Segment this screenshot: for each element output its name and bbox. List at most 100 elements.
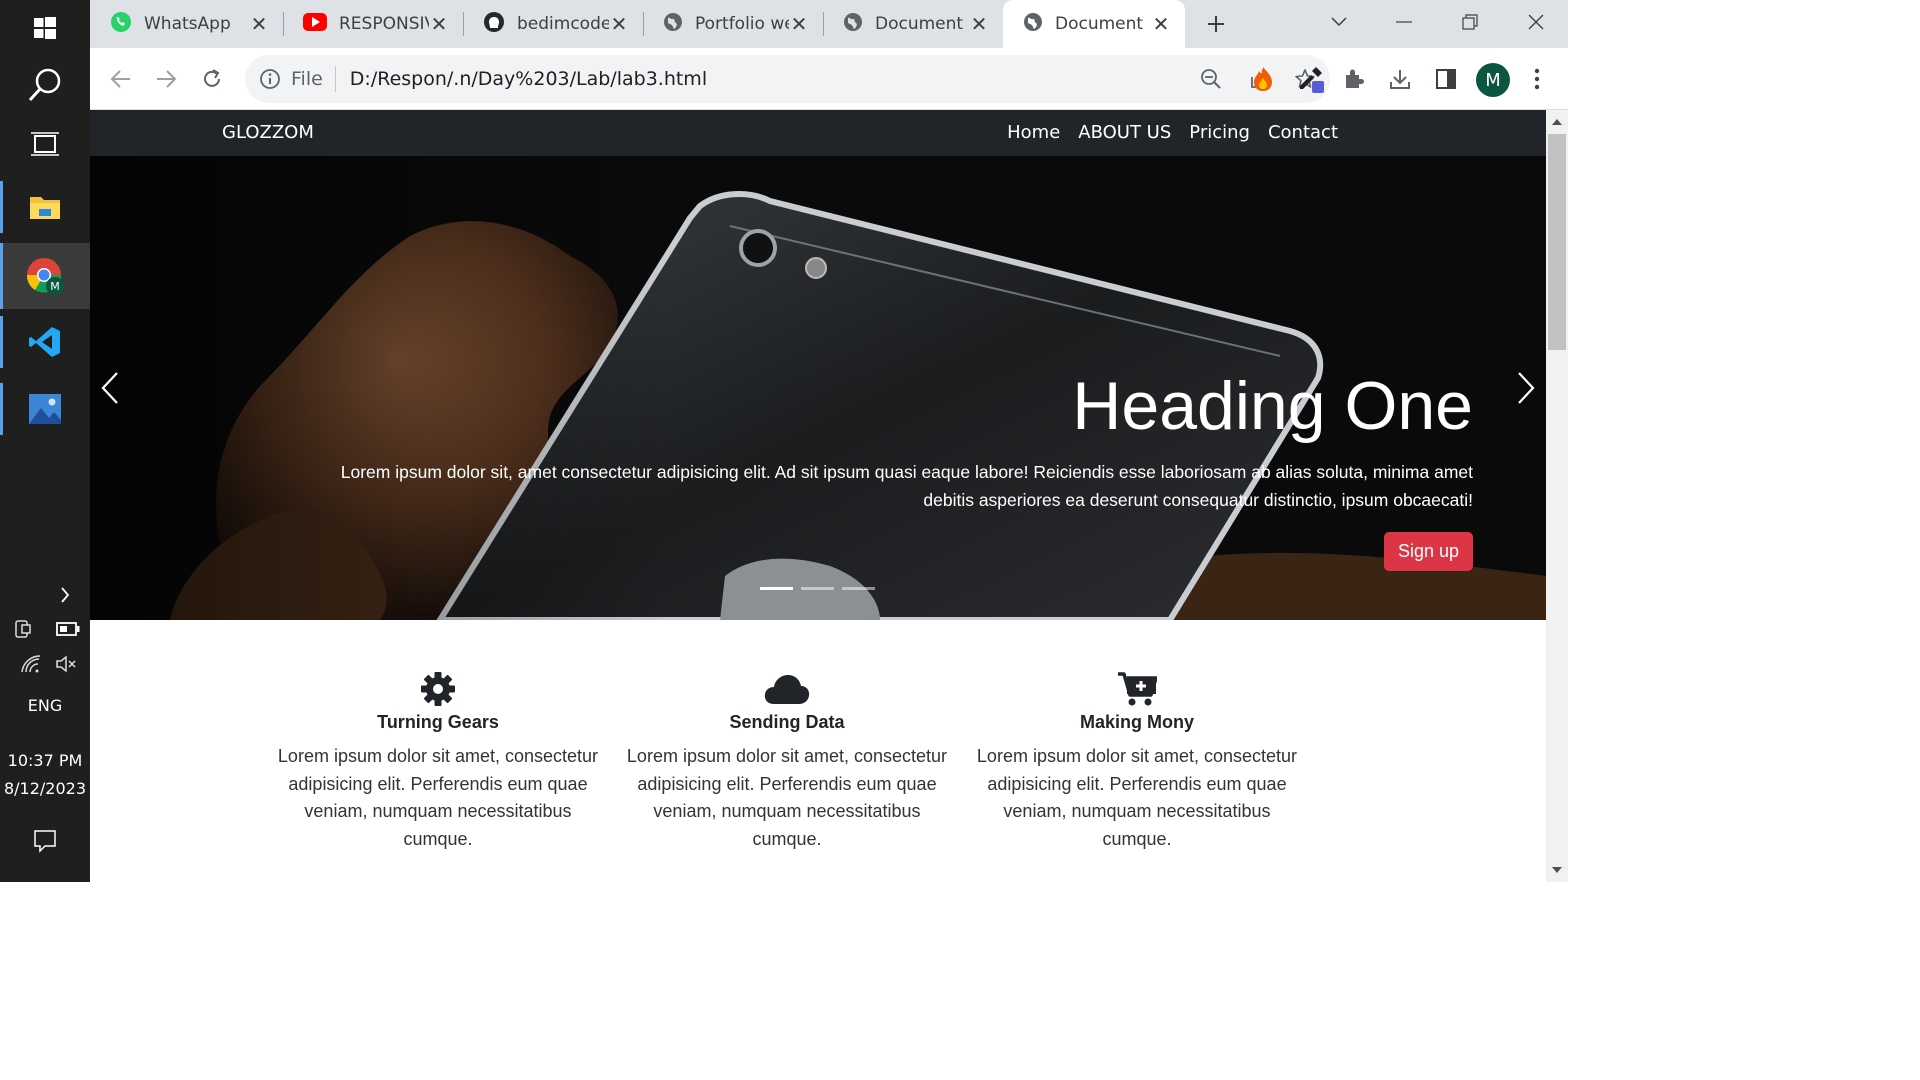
clock-time[interactable]: 10:37 PM [0,751,90,770]
hero-text: Lorem ipsum dolor sit, amet consectetur … [340,462,1473,510]
hero-carousel: Heading One Lorem ipsum dolor sit, amet … [90,156,1546,620]
globe-icon [663,12,683,37]
scrollbar-thumb[interactable] [1548,134,1566,350]
windows-start-icon[interactable] [0,8,90,48]
search-icon[interactable] [0,62,90,108]
scheme-label: File [291,68,323,90]
forward-icon[interactable] [147,60,185,98]
omnibox-divider [334,66,336,92]
whatsapp-icon [110,11,132,38]
github-icon [483,11,505,38]
feature-card: Sending Data Lorem ipsum dolor sit amet,… [622,670,952,853]
kebab-menu-icon[interactable] [1518,60,1556,98]
tab-strip: WhatsApp ✕ RESPONSIV ✕ bedimcode/ ✕ Port… [90,0,1568,48]
volume-muted-icon[interactable] [43,650,88,678]
nav-links: Home ABOUT US Pricing Contact [1007,122,1338,143]
feature-text: Lorem ipsum dolor sit amet, consectetur … [976,746,1298,849]
signup-button[interactable]: Sign up [1383,532,1473,571]
browser-toolbar: File D:/Respon/.n/Day%203/Lab/lab3.html … [90,48,1568,110]
feature-card: Turning Gears Lorem ipsum dolor sit amet… [273,670,603,853]
side-panel-icon[interactable] [1427,60,1465,98]
globe-icon [843,12,863,37]
battery-icon[interactable] [45,616,90,642]
cloud-icon [622,670,952,708]
nav-link-pricing[interactable]: Pricing [1189,122,1250,143]
nav-link-home[interactable]: Home [1007,122,1060,143]
minimize-icon[interactable] [1385,3,1423,41]
close-icon[interactable]: ✕ [1151,12,1171,36]
carousel-indicators [760,587,875,590]
tab-title: bedimcode/ [517,14,609,34]
color-picker-icon[interactable] [1292,60,1330,98]
close-icon[interactable]: ✕ [609,12,629,36]
carousel-prev-icon[interactable] [90,370,130,406]
url-text[interactable]: D:/Respon/.n/Day%203/Lab/lab3.html [350,68,1200,90]
carousel-indicator[interactable] [801,587,834,590]
svg-text:M: M [50,280,60,293]
info-icon[interactable] [259,68,281,90]
site-navbar: GLOZZOM Home ABOUT US Pricing Contact [90,110,1546,156]
scroll-up-icon[interactable] [1546,112,1568,132]
gear-icon [273,670,603,708]
reload-icon[interactable] [193,60,231,98]
close-icon[interactable]: ✕ [789,12,809,36]
profile-avatar[interactable]: M [1476,63,1510,97]
windows-taskbar: M ENG 10:37 PM 8/12/2023 [0,0,90,882]
clock-date[interactable]: 8/12/2023 [0,779,90,798]
tab-responsiv[interactable]: RESPONSIV ✕ [283,0,463,48]
restore-icon[interactable] [1451,3,1489,41]
youtube-icon [303,12,327,36]
vscode-icon[interactable] [0,316,90,368]
feature-text: Lorem ipsum dolor sit amet, consectetur … [626,746,948,849]
chevron-down-icon[interactable] [1320,3,1358,41]
carousel-next-icon[interactable] [1506,370,1546,406]
tab-whatsapp[interactable]: WhatsApp ✕ [90,0,283,48]
chrome-taskbar-icon[interactable]: M [0,243,90,309]
carousel-indicator[interactable] [842,587,875,590]
taskbar-indicator [0,243,3,309]
cart-plus-icon [972,670,1302,708]
site-brand[interactable]: GLOZZOM [222,122,314,143]
web-page: GLOZZOM Home ABOUT US Pricing Contact He… [90,110,1546,882]
close-icon[interactable]: ✕ [969,12,989,36]
window-close-icon[interactable] [1517,3,1555,41]
fire-extension-icon[interactable] [1244,60,1282,98]
close-icon[interactable]: ✕ [249,12,269,36]
tab-title: Document [875,14,964,34]
tab-document-active[interactable]: Document ✕ [1003,0,1185,48]
tab-title: Document [1055,14,1144,34]
feature-title: Making Mony [1079,712,1194,732]
feature-text: Lorem ipsum dolor sit amet, consectetur … [277,746,599,849]
zoom-out-icon[interactable] [1200,68,1222,90]
address-bar[interactable]: File D:/Respon/.n/Day%203/Lab/lab3.html [245,55,1330,103]
tab-title: RESPONSIV [339,14,429,34]
globe-icon [1023,12,1043,37]
feature-title: Sending Data [729,712,845,732]
feature-title: Turning Gears [377,712,499,732]
nav-link-about[interactable]: ABOUT US [1078,122,1171,143]
notification-icon[interactable] [0,826,90,856]
close-icon[interactable]: ✕ [429,12,449,36]
tab-title: WhatsApp [144,14,231,34]
photos-icon[interactable] [0,383,90,435]
language-indicator[interactable]: ENG [0,696,90,715]
tab-document[interactable]: Document ✕ [823,0,1003,48]
new-tab-icon[interactable] [1197,5,1235,43]
back-icon[interactable] [102,60,140,98]
extensions-icon[interactable] [1335,60,1373,98]
meet-now-icon[interactable] [0,616,45,642]
hero-heading: Heading One [1072,368,1473,444]
task-view-icon[interactable] [0,124,90,164]
nav-link-contact[interactable]: Contact [1268,122,1338,143]
feature-card: Making Mony Lorem ipsum dolor sit amet, … [972,670,1302,853]
tab-portfolio[interactable]: Portfolio we ✕ [643,0,823,48]
page-scrollbar[interactable] [1546,110,1568,882]
file-explorer-icon[interactable] [0,181,90,233]
tab-github[interactable]: bedimcode/ ✕ [463,0,643,48]
chevron-right-icon[interactable] [0,582,90,608]
carousel-indicator[interactable] [760,587,793,590]
hero-caption: Heading One Lorem ipsum dolor sit, amet … [333,372,1473,571]
download-icon[interactable] [1381,60,1419,98]
scroll-down-icon[interactable] [1546,860,1568,880]
tab-title: Portfolio we [695,14,789,34]
